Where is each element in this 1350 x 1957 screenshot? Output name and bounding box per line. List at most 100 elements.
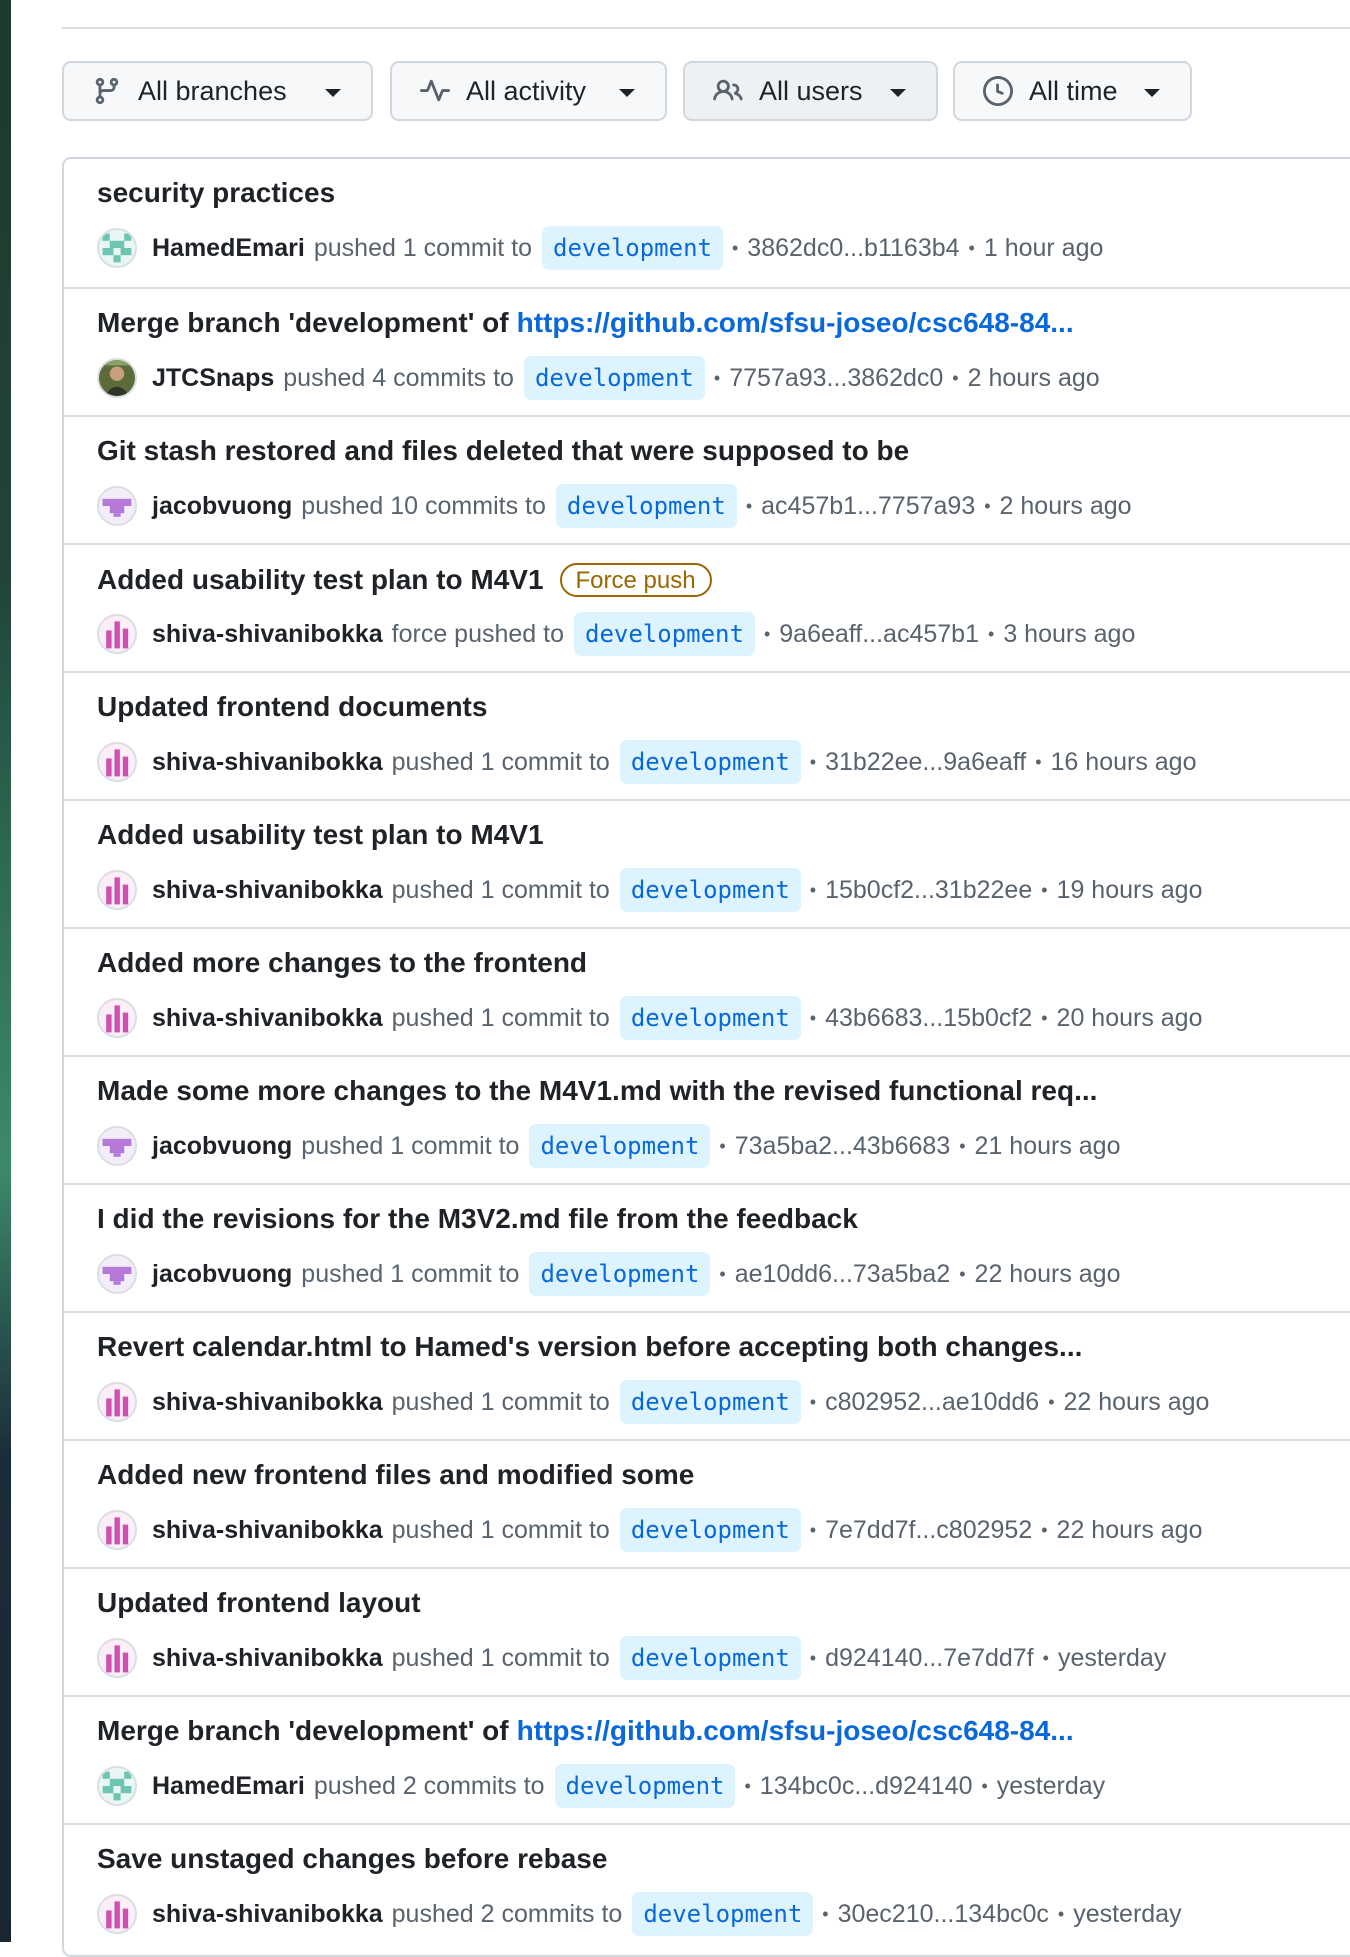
commit-range-link[interactable]: 31b22ee...9a6eaff — [825, 748, 1026, 777]
commit-title[interactable]: Save unstaged changes before rebase — [97, 1843, 607, 1875]
activity-item: Added usability test plan to M4V1 Force p… — [64, 543, 1350, 671]
commit-title[interactable]: security practices — [97, 177, 335, 209]
commit-title[interactable]: Added usability test plan to M4V1 — [97, 819, 544, 851]
username-link[interactable]: shiva-shivanibokka — [152, 1644, 383, 1673]
commit-message[interactable]: Git stash restored and files deleted tha… — [97, 435, 909, 467]
commit-message[interactable]: Updated frontend layout — [97, 1587, 421, 1619]
commit-title[interactable]: Merge branch 'development' of https://git… — [97, 1715, 1074, 1747]
commit-range-link[interactable]: c802952...ae10dd6 — [825, 1388, 1039, 1417]
branch-label[interactable]: development — [619, 1508, 801, 1552]
commit-title[interactable]: Made some more changes to the M4V1.md wi… — [97, 1075, 1097, 1107]
push-action-text: pushed 1 commit to — [391, 1003, 610, 1032]
repo-link[interactable]: https://github.com/sfsu-joseo/csc648-84.… — [517, 1715, 1074, 1747]
avatar[interactable] — [97, 742, 137, 782]
commit-message[interactable]: Merge branch 'development' of — [97, 1715, 509, 1747]
commit-range-link[interactable]: 30ec210...134bc0c — [838, 1900, 1049, 1929]
commit-title[interactable]: Revert calendar.html to Hamed's version … — [97, 1331, 1082, 1363]
commit-range-link[interactable]: 15b0cf2...31b22ee — [825, 876, 1032, 905]
commit-range-link[interactable]: ac457b1...7757a93 — [761, 492, 975, 521]
avatar[interactable] — [97, 228, 137, 268]
avatar[interactable] — [97, 614, 137, 654]
commit-title[interactable]: Merge branch 'development' of https://git… — [97, 307, 1074, 339]
commit-title[interactable]: Added usability test plan to M4V1 Force p… — [97, 563, 712, 597]
push-action-text: pushed 1 commit to — [313, 233, 533, 262]
filter-all-activity[interactable]: All activity — [390, 61, 667, 121]
filter-all-users[interactable]: All users — [683, 61, 938, 121]
commit-title[interactable]: I did the revisions for the M3V2.md file… — [97, 1203, 858, 1235]
commit-range-link[interactable]: 134bc0c...d924140 — [760, 1772, 973, 1801]
username-link[interactable]: shiva-shivanibokka — [152, 1516, 383, 1545]
commit-range-link[interactable]: 3862dc0...b1163b4 — [747, 234, 959, 263]
avatar[interactable] — [97, 1254, 137, 1294]
username-link[interactable]: jacobvuong — [152, 1260, 292, 1289]
commit-title[interactable]: Updated frontend layout — [97, 1587, 421, 1619]
branch-label[interactable]: development — [619, 740, 801, 784]
activity-item: Updated frontend layout shiva-shivanibokk… — [64, 1567, 1350, 1695]
username-link[interactable]: shiva-shivanibokka — [152, 1004, 383, 1033]
repo-link[interactable]: https://github.com/sfsu-joseo/csc648-84.… — [517, 307, 1074, 339]
commit-range-link[interactable]: d924140...7e7dd7f — [825, 1644, 1034, 1673]
branch-label[interactable]: development — [542, 226, 723, 270]
avatar[interactable] — [97, 1766, 137, 1806]
commit-message[interactable]: Made some more changes to the M4V1.md wi… — [97, 1075, 1097, 1107]
avatar[interactable] — [97, 1510, 137, 1550]
branch-label[interactable]: development — [619, 1380, 801, 1424]
branch-label[interactable]: development — [555, 484, 737, 528]
filter-label: All time — [1029, 75, 1118, 106]
commit-message[interactable]: Added usability test plan to M4V1 — [97, 564, 544, 596]
commit-range-link[interactable]: ae10dd6...73a5ba2 — [735, 1260, 951, 1289]
branch-label[interactable]: development — [619, 1636, 801, 1680]
username-link[interactable]: JTCSnaps — [152, 364, 274, 393]
avatar[interactable] — [97, 998, 137, 1038]
avatar[interactable] — [97, 358, 137, 398]
branch-label[interactable]: development — [632, 1892, 814, 1936]
username-link[interactable]: shiva-shivanibokka — [152, 620, 383, 649]
commit-message[interactable]: security practices — [97, 177, 335, 209]
filter-all-time[interactable]: All time — [953, 61, 1192, 121]
avatar[interactable] — [97, 1126, 137, 1166]
branch-label[interactable]: development — [523, 356, 705, 400]
activity-item: Added more changes to the frontend shiva-… — [64, 927, 1350, 1055]
commit-title[interactable]: Git stash restored and files deleted tha… — [97, 435, 909, 467]
avatar[interactable] — [97, 1638, 137, 1678]
commit-message[interactable]: Added more changes to the frontend — [97, 947, 587, 979]
branch-label[interactable]: development — [529, 1124, 711, 1168]
username-link[interactable]: HamedEmari — [152, 234, 305, 263]
commit-title[interactable]: Updated frontend documents — [97, 691, 487, 723]
branch-label[interactable]: development — [554, 1764, 736, 1808]
branch-label[interactable]: development — [619, 996, 801, 1040]
commit-title[interactable]: Added new frontend files and modified so… — [97, 1459, 694, 1491]
commit-message[interactable]: Save unstaged changes before rebase — [97, 1843, 607, 1875]
username-link[interactable]: HamedEmari — [152, 1772, 305, 1801]
username-link[interactable]: shiva-shivanibokka — [152, 1900, 383, 1929]
branch-label[interactable]: development — [619, 868, 801, 912]
commit-range-link[interactable]: 9a6eaff...ac457b1 — [779, 620, 979, 649]
push-meta: shiva-shivanibokka pushed 1 commit to deve… — [97, 996, 1203, 1040]
username-link[interactable]: shiva-shivanibokka — [152, 876, 383, 905]
username-link[interactable]: jacobvuong — [152, 1132, 292, 1161]
commit-message[interactable]: I did the revisions for the M3V2.md file… — [97, 1203, 858, 1235]
commit-message[interactable]: Merge branch 'development' of — [97, 307, 509, 339]
commit-message[interactable]: Added usability test plan to M4V1 — [97, 819, 544, 851]
avatar[interactable] — [97, 870, 137, 910]
commit-range-link[interactable]: 7e7dd7f...c802952 — [825, 1516, 1032, 1545]
push-action-text: pushed 10 commits to — [301, 491, 546, 520]
avatar[interactable] — [97, 486, 137, 526]
username-link[interactable]: shiva-shivanibokka — [152, 1388, 383, 1417]
branch-label[interactable]: development — [574, 612, 755, 656]
avatar[interactable] — [97, 1894, 137, 1934]
commit-message[interactable]: Revert calendar.html to Hamed's version … — [97, 1331, 1082, 1363]
chevron-down-icon — [325, 89, 341, 97]
commit-message[interactable]: Updated frontend documents — [97, 691, 487, 723]
branch-label[interactable]: development — [529, 1252, 711, 1296]
filter-all-branches[interactable]: All branches — [62, 61, 373, 121]
commit-title[interactable]: Added more changes to the frontend — [97, 947, 587, 979]
commit-range-link[interactable]: 73a5ba2...43b6683 — [735, 1132, 951, 1161]
commit-range-link[interactable]: 43b6683...15b0cf2 — [825, 1004, 1032, 1033]
avatar[interactable] — [97, 1382, 137, 1422]
username-link[interactable]: jacobvuong — [152, 492, 292, 521]
push-action-text: pushed 2 commits to — [313, 1771, 545, 1800]
commit-range-link[interactable]: 7757a93...3862dc0 — [729, 364, 943, 393]
username-link[interactable]: shiva-shivanibokka — [152, 748, 383, 777]
commit-message[interactable]: Added new frontend files and modified so… — [97, 1459, 694, 1491]
